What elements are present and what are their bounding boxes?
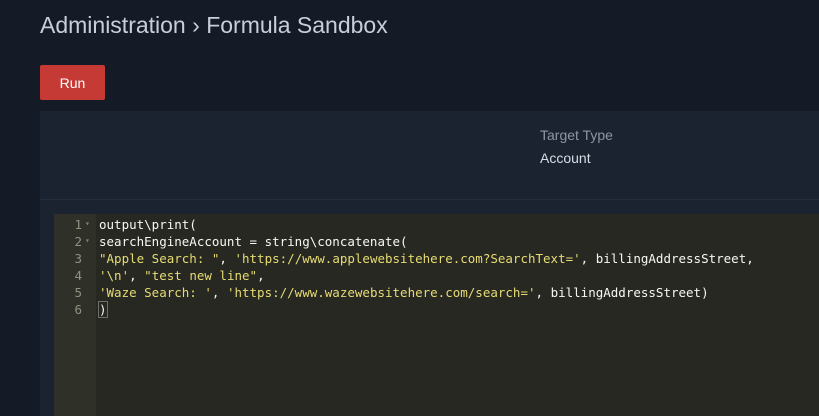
breadcrumb-separator: › [192, 12, 200, 38]
line-number: 3 [74, 251, 82, 266]
code-line[interactable]: 3 "Apple Search: ", 'https://www.appleweb… [54, 250, 819, 267]
string-token: 'Waze Search: ' [99, 285, 212, 300]
code-token: searchEngineAccount = string\concatenate… [99, 234, 408, 249]
code-text: 'Waze Search: ', 'https://www.wazewebsit… [99, 284, 709, 301]
string-token: 'https://www.applewebsitehere.com?Search… [234, 251, 581, 266]
string-token: "Apple Search: " [99, 251, 220, 266]
string-token: 'https://www.wazewebsitehere.com/search=… [226, 285, 536, 300]
run-button[interactable]: Run [40, 65, 105, 100]
string-token: "test new line" [144, 268, 258, 283]
code-token: , billingAddressStreet) [535, 285, 709, 300]
fold-arrow-icon[interactable]: ▾ [85, 233, 90, 248]
line-number: 2 [74, 234, 82, 249]
code-token: , [129, 268, 145, 283]
line-number: 6 [74, 302, 82, 317]
fold-arrow-icon[interactable]: ▾ [85, 216, 90, 231]
code-line[interactable]: 4 '\n', "test new line", [54, 267, 819, 284]
code-text: output\print( [99, 216, 197, 233]
code-token: , [257, 268, 265, 283]
line-number: 5 [74, 285, 82, 300]
code-line[interactable]: 6) [54, 301, 819, 318]
code-editor[interactable]: 1 ▾ output\print( 2 ▾ searchEngineAccount = s… [54, 214, 819, 416]
breadcrumb-administration[interactable]: Administration [40, 12, 186, 38]
code-line[interactable]: 2 ▾ searchEngineAccount = string\concatena… [54, 233, 819, 250]
target-type-value[interactable]: Account [540, 150, 591, 166]
code-lines[interactable]: 1 ▾ output\print( 2 ▾ searchEngineAccount = s… [54, 216, 819, 318]
code-text: '\n', "test new line", [99, 267, 265, 284]
code-text: "Apple Search: ", 'https://www.applewebs… [99, 250, 754, 267]
line-number: 1 [74, 217, 82, 232]
matched-bracket: ) [98, 301, 108, 318]
code-token: , billingAddressStreet, [580, 251, 754, 266]
code-line[interactable]: 1 ▾ output\print( [54, 216, 819, 233]
code-text: searchEngineAccount = string\concatenate… [99, 233, 408, 250]
code-line[interactable]: 5 'Waze Search: ', 'https://www.wazewebsi… [54, 284, 819, 301]
sandbox-panel: Target Type Account 1 ▾ output\print( 2 ▾ sea… [40, 111, 819, 416]
line-number: 4 [74, 268, 82, 283]
code-text: ) [98, 301, 108, 318]
string-token: '\n' [99, 268, 130, 283]
code-token: , [211, 285, 227, 300]
page-title: Administration › Formula Sandbox [40, 12, 388, 39]
target-type-label: Target Type [540, 127, 613, 143]
breadcrumb-current: Formula Sandbox [206, 12, 388, 38]
code-token: , [219, 251, 235, 266]
code-token: output\print( [99, 217, 197, 232]
panel-divider [40, 199, 819, 200]
